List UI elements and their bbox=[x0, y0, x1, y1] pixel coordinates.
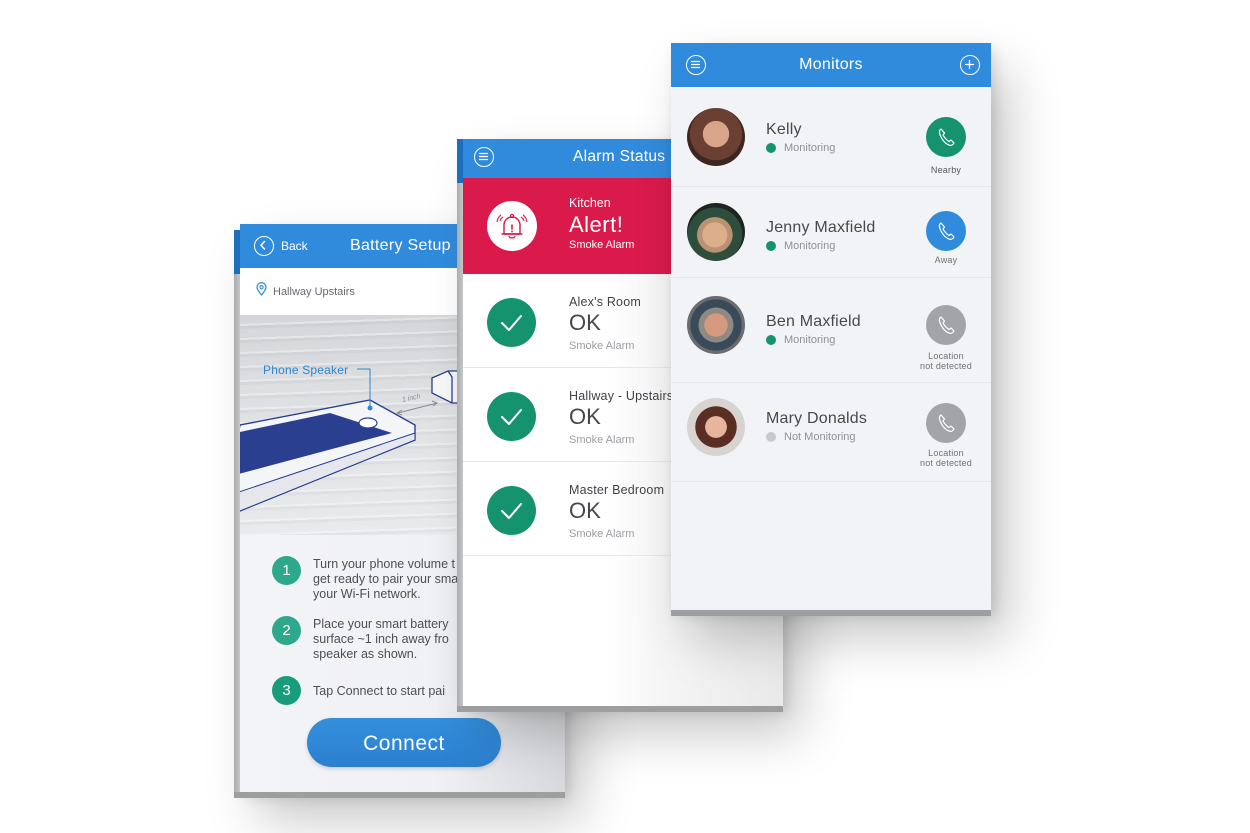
step-number-badge: 2 bbox=[272, 616, 301, 645]
status-dot bbox=[766, 335, 776, 345]
monitor-status: Not Monitoring bbox=[766, 431, 856, 443]
alarm-bell-icon bbox=[487, 201, 537, 251]
back-label: Back bbox=[281, 239, 308, 253]
avatar bbox=[687, 203, 745, 261]
alarm-location: Hallway - Upstairs bbox=[569, 389, 674, 403]
monitor-status: Monitoring bbox=[766, 240, 835, 252]
chevron-left-icon bbox=[254, 236, 274, 256]
phone-and-battery-drawing bbox=[240, 345, 480, 512]
presence-label: Location not detected bbox=[920, 448, 972, 468]
alarm-location: Master Bedroom bbox=[569, 483, 665, 497]
app-showcase: Back Battery Setup Hallway Upstairs Phon… bbox=[0, 0, 1250, 833]
alarm-status-text: OK bbox=[569, 404, 601, 429]
card-edge bbox=[234, 792, 565, 798]
presence-label: Location not detected bbox=[920, 351, 972, 371]
presence-label: Away bbox=[934, 255, 958, 265]
connect-button[interactable]: Connect bbox=[307, 718, 501, 767]
monitors-header: Monitors bbox=[671, 43, 991, 87]
step-number-badge: 3 bbox=[272, 676, 301, 705]
monitor-list-item[interactable]: Mary Donalds Not Monitoring Location not… bbox=[671, 383, 991, 482]
presence-label: Nearby bbox=[930, 165, 962, 175]
check-icon bbox=[487, 392, 536, 441]
call-button[interactable] bbox=[926, 117, 966, 157]
step-number-badge: 1 bbox=[272, 556, 301, 585]
monitor-name: Jenny Maxfield bbox=[766, 219, 876, 236]
phone-icon bbox=[938, 316, 955, 334]
monitor-list-item[interactable]: Kelly Monitoring Nearby bbox=[671, 87, 991, 187]
speaker-label: Phone Speaker bbox=[263, 363, 349, 377]
phone-icon bbox=[938, 128, 955, 146]
alarm-status-text: OK bbox=[569, 310, 601, 335]
alarm-type: Smoke Alarm bbox=[569, 239, 635, 251]
monitor-status: Monitoring bbox=[766, 142, 835, 154]
alarm-location: Kitchen bbox=[569, 196, 611, 210]
call-button[interactable] bbox=[926, 211, 966, 251]
card-edge bbox=[671, 610, 991, 616]
alarm-type: Smoke Alarm bbox=[569, 340, 635, 352]
avatar bbox=[687, 398, 745, 456]
phone-icon bbox=[938, 222, 955, 240]
status-dot bbox=[766, 432, 776, 442]
monitor-name: Kelly bbox=[766, 121, 802, 138]
location-label: Hallway Upstairs bbox=[273, 285, 355, 298]
plus-icon bbox=[964, 59, 975, 70]
alarm-type: Smoke Alarm bbox=[569, 528, 635, 540]
phone-icon bbox=[938, 414, 955, 432]
alarm-type: Smoke Alarm bbox=[569, 434, 635, 446]
alarm-status-text: OK bbox=[569, 498, 601, 523]
back-button[interactable]: Back bbox=[254, 236, 308, 256]
avatar bbox=[687, 296, 745, 354]
call-button[interactable] bbox=[926, 305, 966, 345]
check-icon bbox=[487, 298, 536, 347]
monitor-list-item[interactable]: Ben Maxfield Monitoring Location not det… bbox=[671, 278, 991, 383]
monitor-status: Monitoring bbox=[766, 334, 835, 346]
status-dot bbox=[766, 143, 776, 153]
location-pin-icon bbox=[256, 282, 267, 301]
monitor-list-item[interactable]: Jenny Maxfield Monitoring Away bbox=[671, 187, 991, 278]
monitors-screen: Monitors Kelly Monitoring Nearby Jenny M… bbox=[671, 43, 991, 616]
alarm-location: Alex's Room bbox=[569, 295, 641, 309]
card-edge bbox=[457, 706, 783, 712]
status-dot bbox=[766, 241, 776, 251]
alarm-status-text: Alert! bbox=[569, 212, 624, 237]
monitor-name: Mary Donalds bbox=[766, 410, 868, 427]
page-title: Monitors bbox=[799, 56, 863, 73]
check-icon bbox=[487, 486, 536, 535]
call-button[interactable] bbox=[926, 403, 966, 443]
avatar bbox=[687, 108, 745, 166]
add-monitor-button[interactable] bbox=[960, 55, 980, 75]
monitor-name: Ben Maxfield bbox=[766, 313, 861, 330]
